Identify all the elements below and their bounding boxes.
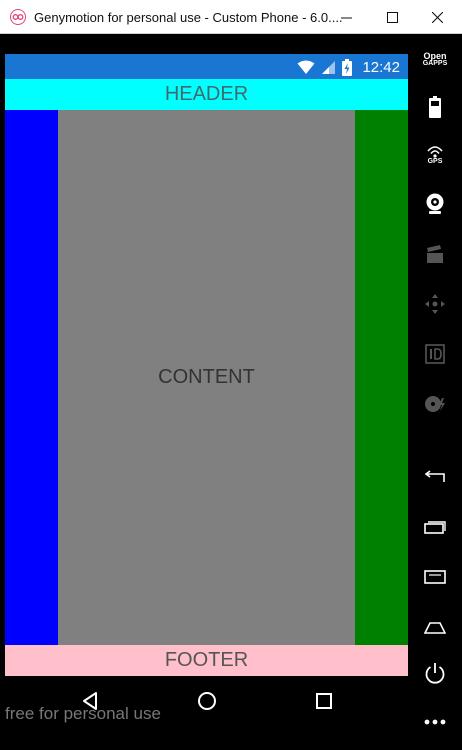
home-icon	[198, 692, 216, 710]
recent-apps-icon	[316, 693, 332, 709]
recent-apps-toolbar-button[interactable]	[408, 514, 462, 540]
header-label: HEADER	[164, 83, 249, 105]
power-icon	[425, 663, 445, 684]
more-options-button[interactable]	[408, 710, 462, 734]
close-icon	[431, 11, 443, 23]
window-title: Genymotion for personal use - Custom Pho…	[34, 10, 343, 25]
close-button[interactable]	[414, 0, 460, 34]
gps-label: GPS	[427, 158, 443, 165]
watermark-text: free for personal use	[5, 704, 161, 723]
open-gapps-label-line2: GAPPS	[422, 60, 448, 67]
menu-icon	[424, 570, 446, 584]
webcam-icon	[426, 193, 444, 214]
menu-button[interactable]	[408, 564, 462, 590]
genymotion-toolbar: Open GAPPS GPS	[408, 34, 462, 750]
move-arrows-icon	[425, 294, 445, 314]
nav-recent-apps-button[interactable]	[311, 688, 337, 714]
content-area: CONTENT	[58, 110, 355, 645]
minimize-icon	[340, 17, 352, 18]
back-button[interactable]	[408, 464, 462, 490]
android-status-bar: 12:42	[5, 54, 408, 79]
gps-button[interactable]: GPS	[408, 140, 462, 170]
app-header: HEADER	[5, 79, 408, 110]
more-dots-icon	[424, 719, 446, 725]
clapperboard-icon	[427, 245, 443, 263]
maximize-icon	[386, 11, 398, 23]
webcam-button[interactable]	[408, 190, 462, 218]
multitask-icon	[424, 521, 446, 534]
wifi-icon	[297, 60, 315, 74]
left-blue-pane	[5, 110, 58, 645]
cellular-signal-icon	[322, 60, 336, 74]
disk-icon	[425, 396, 445, 412]
id-icon	[425, 344, 445, 364]
device-id-button[interactable]	[408, 340, 462, 368]
disk-io-button[interactable]	[408, 390, 462, 418]
open-gapps-label-line1: Open	[423, 51, 447, 61]
battery-icon	[429, 96, 441, 118]
genymotion-logo-icon	[10, 9, 26, 25]
minimize-button[interactable]	[323, 0, 369, 34]
right-green-pane	[355, 110, 408, 645]
power-button[interactable]	[408, 658, 462, 688]
app-footer: FOOTER	[5, 645, 408, 676]
content-label: CONTENT	[158, 366, 255, 388]
open-gapps-button[interactable]: Open GAPPS	[408, 48, 462, 72]
status-clock: 12:42	[362, 58, 400, 76]
screencast-button[interactable]	[408, 240, 462, 268]
battery-button[interactable]	[408, 94, 462, 120]
maximize-button[interactable]	[369, 0, 415, 34]
remote-control-button[interactable]	[408, 290, 462, 318]
battery-charging-icon	[342, 58, 353, 76]
nav-home-button[interactable]	[194, 688, 220, 714]
home-toolbar-button[interactable]	[408, 614, 462, 640]
status-icons: 12:42	[297, 57, 400, 77]
home-toolbar-icon	[424, 622, 446, 634]
footer-label: FOOTER	[164, 649, 249, 671]
window-titlebar: Genymotion for personal use - Custom Pho…	[0, 0, 462, 34]
return-arrow-icon	[424, 470, 445, 482]
gps-signal-icon	[427, 146, 443, 158]
